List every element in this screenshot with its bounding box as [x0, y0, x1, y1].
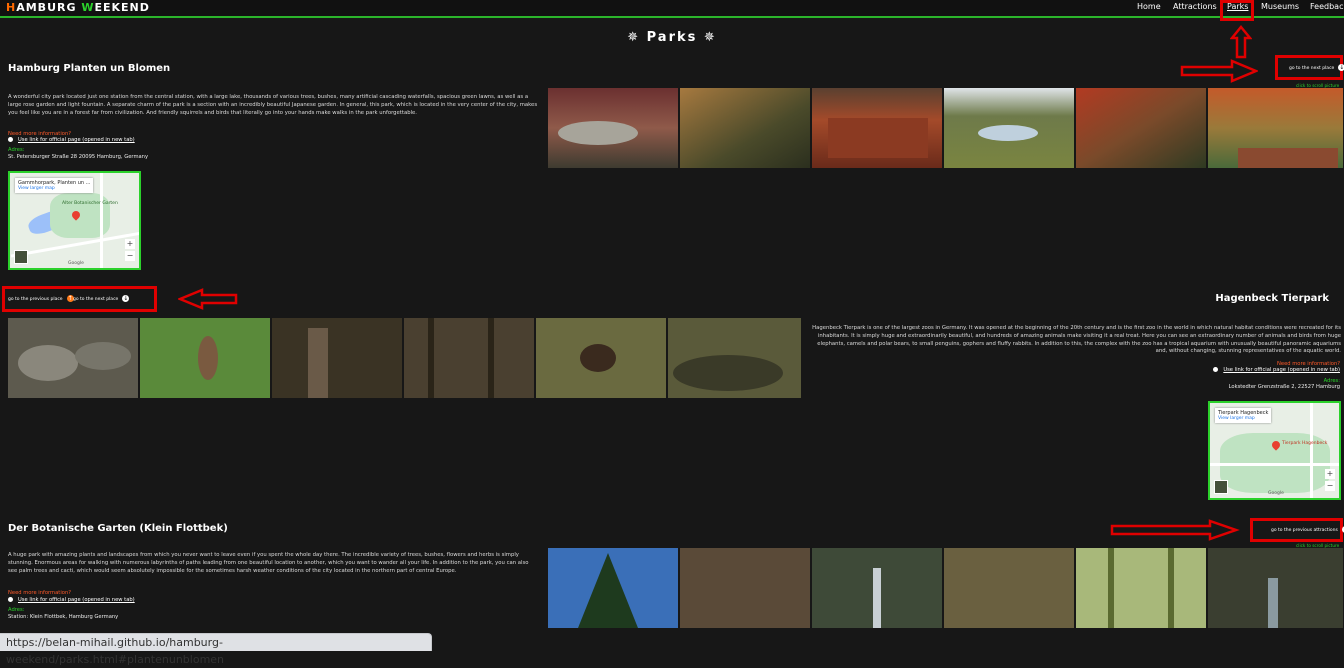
arrow-down-icon: ↓: [1338, 64, 1344, 71]
official-link-botanische[interactable]: Use link for official page (opened in ne…: [8, 597, 135, 603]
go-next-button-1[interactable]: go to the next place ↓: [1289, 64, 1344, 71]
go-next-button-2[interactable]: go to the next place ↓: [73, 295, 130, 302]
go-prev-button-2[interactable]: go to the previous place ↑: [8, 295, 78, 302]
browser-status-bar: https://belan-mihail.github.io/hamburg-w…: [0, 633, 432, 666]
section-title-botanische: Der Botanische Garten (Klein Flottbek): [8, 523, 228, 534]
map-planten[interactable]: Alter Botanischer Garten Gammhorpark, Pl…: [8, 171, 141, 270]
nav-home[interactable]: Home: [1137, 2, 1161, 11]
zoom-in-icon[interactable]: +: [125, 239, 135, 249]
section-title-planten: Hamburg Planten un Blomen: [8, 63, 171, 74]
google-logo: Google: [1268, 491, 1284, 496]
photo-strip-hagenbeck[interactable]: [8, 318, 801, 398]
annotation-arrow-left: [178, 288, 238, 310]
nav-museums[interactable]: Museums: [1261, 2, 1299, 11]
arrow-down-icon: ↓: [122, 295, 130, 302]
nav-attractions[interactable]: Attractions: [1173, 2, 1217, 11]
map-satellite-thumb[interactable]: [14, 250, 28, 264]
official-link-planten[interactable]: Use link for official page (opened in ne…: [8, 137, 135, 143]
map-card: Tierpark Hagenbeck View larger map: [1215, 408, 1272, 423]
scroll-hint: click to scroll picture: [1296, 83, 1340, 88]
annotation-box-parks: [1220, 0, 1254, 21]
address-botanische: Station: Klein Flottbek, Hamburg Germany: [8, 614, 119, 620]
bullet-icon: [8, 597, 13, 602]
site-header: HAMBURG WEEKEND Home Attractions Parks M…: [0, 0, 1344, 18]
nav-feedback[interactable]: Feedback: [1310, 2, 1344, 11]
gallery-photos: [548, 88, 1343, 168]
photo-strip-botanische[interactable]: [548, 548, 1343, 628]
zoom-out-icon[interactable]: −: [1325, 481, 1335, 491]
google-logo: Google: [68, 261, 84, 266]
photo-strip-planten[interactable]: [548, 88, 1343, 168]
section-desc-botanische: A huge park with amazing plants and land…: [8, 552, 529, 574]
section-title-hagenbeck: Hagenbeck Tierpark: [1215, 293, 1329, 304]
section-desc-planten: A wonderful city park located just one s…: [8, 94, 538, 116]
page-title: ✵ Parks ✵: [627, 30, 717, 45]
need-info-label: Need more information?: [8, 590, 71, 596]
scroll-hint: click to scroll picture: [1296, 543, 1340, 548]
address-hagenbeck: Lokstedter Grenzstraße 2, 22527 Hamburg: [1228, 384, 1340, 390]
gallery-photos: [548, 548, 1343, 628]
annotation-arrow-right: [1110, 519, 1240, 541]
map-hagenbeck[interactable]: Tierpark Hagenbeck Tierpark Hagenbeck Vie…: [1208, 401, 1341, 500]
map-card: Gammhorpark, Planten un ... View larger m…: [15, 178, 94, 193]
go-prev-attractions-button[interactable]: go to the previous attractions↑: [1271, 526, 1344, 533]
map-satellite-thumb[interactable]: [1214, 480, 1228, 494]
gallery-photos: [8, 318, 801, 398]
site-logo[interactable]: HAMBURG WEEKEND: [6, 1, 150, 14]
bullet-icon: [1213, 367, 1219, 372]
official-link-hagenbeck[interactable]: Use link for official page (opened in ne…: [1213, 367, 1340, 373]
address-label: Adres:: [8, 607, 25, 613]
address-label: Adres:: [8, 147, 25, 153]
address-planten: St. Petersburger Straße 28 20095 Hamburg…: [8, 154, 149, 160]
section-desc-hagenbeck: Hagenbeck Tierpark is one of the largest…: [812, 325, 1341, 355]
zoom-out-icon[interactable]: −: [125, 251, 135, 261]
bullet-icon: [8, 137, 13, 142]
annotation-arrow-right: [1180, 59, 1258, 83]
zoom-in-icon[interactable]: +: [1325, 469, 1335, 479]
